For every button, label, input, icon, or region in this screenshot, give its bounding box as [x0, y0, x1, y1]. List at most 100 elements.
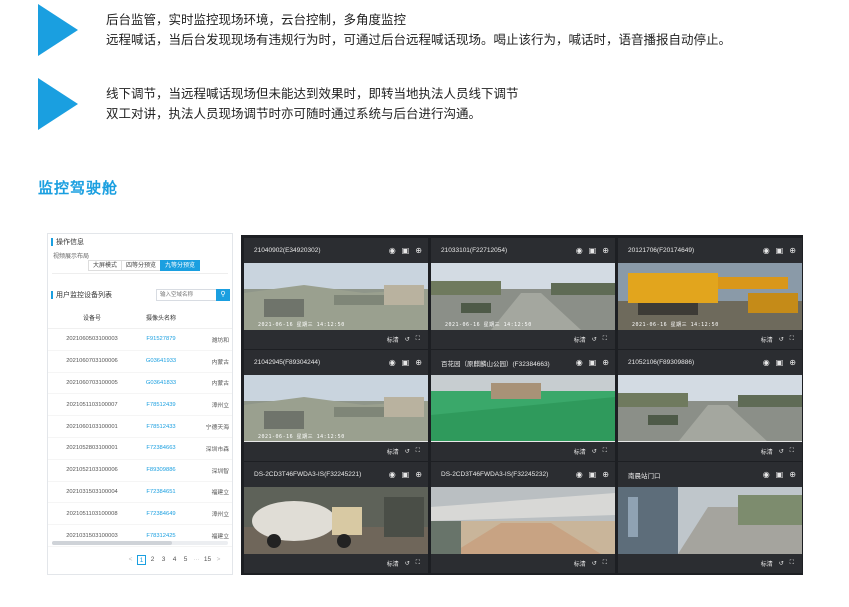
video-icon[interactable]: ▣	[402, 470, 410, 479]
camera-name-cell[interactable]: F78312425	[136, 533, 186, 539]
table-row[interactable]: 2021051103100008 F72384649 漳州立	[48, 503, 232, 526]
playback-icon[interactable]: ↺	[592, 560, 597, 567]
camera-tile[interactable]: 20121706(F20174649) ◉ ▣ ⊕ 2021-06-16 星期三 14:…	[618, 238, 802, 349]
camera-name-cell[interactable]: G03641933	[136, 358, 186, 364]
camera-icon[interactable]: ◉	[389, 470, 396, 479]
quality-label[interactable]: 标清	[387, 559, 399, 568]
layout-option[interactable]: 四等分预览	[121, 260, 162, 271]
playback-icon[interactable]: ↺	[592, 448, 597, 455]
camera-icon[interactable]: ◉	[389, 246, 396, 255]
camera-icon[interactable]: ◉	[576, 470, 583, 479]
video-icon[interactable]: ▣	[776, 246, 784, 255]
quality-label[interactable]: 标清	[387, 335, 399, 344]
camera-icon[interactable]: ◉	[763, 470, 770, 479]
prev-page-button[interactable]: <	[126, 555, 135, 565]
playback-icon[interactable]: ↺	[405, 336, 410, 343]
fullscreen-icon[interactable]: ⛶	[416, 560, 420, 567]
search-input[interactable]	[156, 289, 218, 301]
page-number[interactable]: 15	[203, 555, 212, 565]
video-icon[interactable]: ▣	[589, 358, 597, 367]
zoom-in-icon[interactable]: ⊕	[602, 470, 609, 479]
video-feed[interactable]: 2021-06-16 星期三 14:12:50	[431, 263, 615, 330]
page-number[interactable]: 3	[159, 555, 168, 565]
video-feed[interactable]	[618, 487, 802, 554]
camera-tile[interactable]: 21052106(F89309886) ◉ ▣ ⊕ 标清 ↺ ⛶	[618, 350, 802, 461]
quality-label[interactable]: 标清	[761, 335, 773, 344]
video-feed[interactable]: 2021-06-16 星期三 14:12:50	[618, 263, 802, 330]
page-number[interactable]: 4	[170, 555, 179, 565]
camera-name-cell[interactable]: G03641833	[136, 380, 186, 386]
page-ellipsis[interactable]: ···	[192, 555, 201, 565]
quality-label[interactable]: 标清	[761, 447, 773, 456]
video-feed[interactable]	[618, 375, 802, 442]
video-icon[interactable]: ▣	[776, 470, 784, 479]
camera-name-cell[interactable]: F91527879	[136, 336, 186, 342]
camera-tile[interactable]: 21033101(F22712054) ◉ ▣ ⊕ 2021-06-16 星期三 14:…	[431, 238, 615, 349]
camera-icon[interactable]: ◉	[576, 246, 583, 255]
table-row[interactable]: 2021051103100007 F78512439 漳州立	[48, 394, 232, 417]
video-feed[interactable]	[244, 487, 428, 554]
scrollbar-thumb[interactable]	[52, 541, 172, 545]
camera-icon[interactable]: ◉	[763, 246, 770, 255]
video-feed[interactable]: 2021-06-16 星期三 14:12:50	[244, 375, 428, 442]
fullscreen-icon[interactable]: ⛶	[790, 448, 794, 455]
zoom-in-icon[interactable]: ⊕	[415, 470, 422, 479]
zoom-in-icon[interactable]: ⊕	[415, 246, 422, 255]
quality-label[interactable]: 标清	[761, 559, 773, 568]
table-row[interactable]: 2021060703100005 G03641833 内蒙古	[48, 373, 232, 395]
fullscreen-icon[interactable]: ⛶	[603, 448, 607, 455]
playback-icon[interactable]: ↺	[779, 336, 784, 343]
quality-label[interactable]: 标清	[387, 447, 399, 456]
camera-tile[interactable]: 南晨站门口 ◉ ▣ ⊕ 标清 ↺ ⛶	[618, 462, 802, 573]
camera-tile[interactable]: DS-2CD3T46FWDA3-IS(F32245232) ◉ ▣ ⊕ 标清 ↺ ⛶	[431, 462, 615, 573]
fullscreen-icon[interactable]: ⛶	[790, 336, 794, 343]
zoom-in-icon[interactable]: ⊕	[415, 358, 422, 367]
playback-icon[interactable]: ↺	[405, 560, 410, 567]
layout-option[interactable]: 大屏模式	[88, 260, 123, 271]
camera-name-cell[interactable]: F72384651	[136, 489, 186, 495]
table-row[interactable]: 2021060503100003 F91527879 潍坊和	[48, 329, 232, 351]
camera-name-cell[interactable]: F72384649	[136, 511, 186, 517]
page-number[interactable]: 1	[137, 555, 146, 565]
video-icon[interactable]: ▣	[402, 246, 410, 255]
video-feed[interactable]	[431, 487, 615, 554]
next-page-button[interactable]: >	[214, 555, 223, 565]
fullscreen-icon[interactable]: ⛶	[603, 336, 607, 343]
camera-tile[interactable]: 百花园（原麒麟山公园）(F32384663) ◉ ▣ ⊕ 标清 ↺ ⛶	[431, 350, 615, 461]
video-feed[interactable]	[431, 375, 615, 442]
quality-label[interactable]: 标清	[574, 447, 586, 456]
playback-icon[interactable]: ↺	[592, 336, 597, 343]
layout-option[interactable]: 九等分预览	[160, 260, 201, 271]
quality-label[interactable]: 标清	[574, 559, 586, 568]
horizontal-scrollbar[interactable]	[52, 541, 228, 545]
video-icon[interactable]: ▣	[589, 470, 597, 479]
camera-tile[interactable]: 21040902(E34920302) ◉ ▣ ⊕ 2021-06-16 星期三 14:…	[244, 238, 428, 349]
table-row[interactable]: 2021060703100006 G03641933 内蒙古	[48, 351, 232, 373]
fullscreen-icon[interactable]: ⛶	[603, 560, 607, 567]
camera-tile[interactable]: 21042945(F89304244) ◉ ▣ ⊕ 2021-06-16 星期三 14:…	[244, 350, 428, 461]
page-number[interactable]: 2	[148, 555, 157, 565]
playback-icon[interactable]: ↺	[779, 448, 784, 455]
playback-icon[interactable]: ↺	[779, 560, 784, 567]
table-row[interactable]: 2021052803100001 F72384663 深圳市森	[48, 438, 232, 460]
video-icon[interactable]: ▣	[776, 358, 784, 367]
video-feed[interactable]: 2021-06-16 星期三 14:12:50	[244, 263, 428, 330]
fullscreen-icon[interactable]: ⛶	[416, 448, 420, 455]
search-button[interactable]: ⚲	[216, 289, 230, 301]
camera-icon[interactable]: ◉	[389, 358, 396, 367]
fullscreen-icon[interactable]: ⛶	[416, 336, 420, 343]
table-row[interactable]: 2021031503100004 F72384651 福建立	[48, 482, 232, 504]
video-icon[interactable]: ▣	[589, 246, 597, 255]
camera-name-cell[interactable]: F78512433	[136, 424, 186, 430]
zoom-in-icon[interactable]: ⊕	[789, 470, 796, 479]
table-row[interactable]: 2021060103100001 F78512433 宁德天海	[48, 416, 232, 438]
fullscreen-icon[interactable]: ⛶	[790, 560, 794, 567]
zoom-in-icon[interactable]: ⊕	[789, 246, 796, 255]
zoom-in-icon[interactable]: ⊕	[602, 246, 609, 255]
quality-label[interactable]: 标清	[574, 335, 586, 344]
zoom-in-icon[interactable]: ⊕	[602, 358, 609, 367]
camera-icon[interactable]: ◉	[763, 358, 770, 367]
camera-name-cell[interactable]: F72384663	[136, 445, 186, 451]
camera-icon[interactable]: ◉	[576, 358, 583, 367]
video-icon[interactable]: ▣	[402, 358, 410, 367]
